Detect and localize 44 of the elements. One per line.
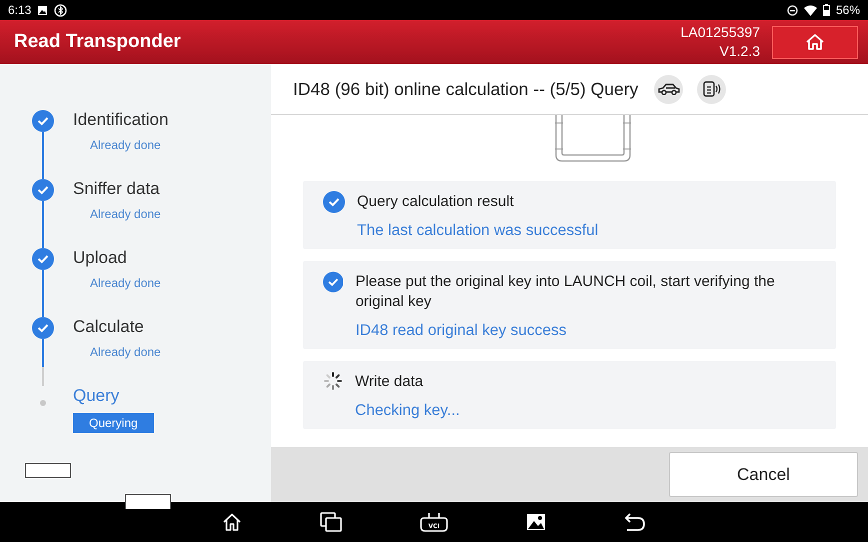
task-title: Query calculation result [357, 192, 515, 212]
check-circle-icon [323, 271, 344, 293]
step-label: Identification [73, 110, 168, 130]
task-title: Write data [355, 372, 424, 392]
home-button[interactable] [772, 26, 858, 58]
bluetooth-icon [54, 4, 68, 16]
task-result: The last calculation was successful [357, 222, 598, 240]
step-status: Already done [90, 138, 162, 152]
battery-icon [822, 4, 830, 16]
step-status: Already done [90, 345, 161, 359]
image-icon [37, 4, 48, 16]
step-status: Already done [90, 207, 161, 221]
version-number: V1.2.3 [720, 42, 760, 61]
loading-spinner-icon [323, 371, 343, 391]
home-icon [805, 33, 825, 51]
wifi-icon [804, 4, 817, 16]
task-result: ID48 read original key success [355, 322, 568, 340]
battery-percentage: 56% [836, 3, 860, 17]
step-label: Query [73, 386, 120, 406]
task-title: Please put the original key into LAUNCH coil, start verifying the original key [355, 272, 776, 312]
blank-rectangle [25, 463, 71, 478]
recent-apps-icon[interactable] [320, 512, 342, 532]
chip-signal-icon [702, 81, 721, 97]
step-status-badge: Querying [73, 413, 154, 433]
car-icon [658, 83, 680, 95]
step-label: Sniffer data [73, 179, 161, 199]
screen-title: Read Transponder [14, 31, 182, 53]
check-circle-icon [323, 191, 345, 213]
pending-dot-icon [40, 400, 46, 406]
gallery-icon[interactable] [526, 513, 546, 531]
step-label: Calculate [73, 317, 145, 337]
status-time: 6:13 [8, 3, 32, 17]
transponder-button[interactable] [697, 74, 726, 104]
home-icon[interactable] [222, 512, 242, 532]
car-button[interactable] [654, 74, 684, 104]
task-result: Checking key... [355, 402, 460, 420]
cancel-button[interactable]: Cancel [669, 452, 858, 497]
page-title: ID48 (96 bit) online calculation -- (5/5) Query [293, 78, 638, 100]
step-status: Already done [90, 276, 161, 290]
step-label: Upload [73, 248, 128, 268]
back-icon[interactable] [624, 513, 646, 531]
do-not-disturb-icon [786, 4, 798, 16]
blank-rectangle [125, 494, 171, 509]
serial-number: LA01255397 [680, 23, 760, 42]
